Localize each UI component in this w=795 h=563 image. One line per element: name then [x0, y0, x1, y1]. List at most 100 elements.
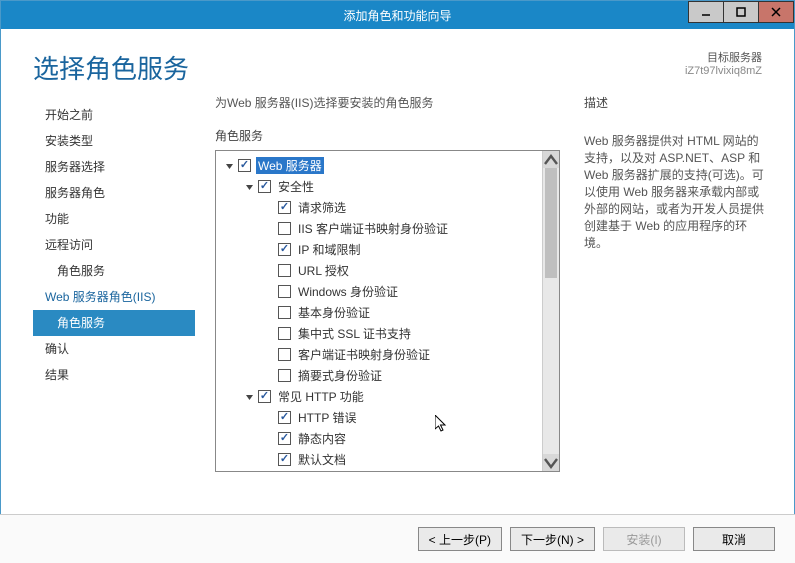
tree-row[interactable]: 默认文档 [218, 449, 540, 470]
checkbox[interactable] [238, 159, 251, 172]
nav-item[interactable]: 开始之前 [33, 102, 195, 128]
expander-none [264, 307, 276, 319]
scroll-down-icon[interactable] [543, 454, 559, 471]
checkbox[interactable] [258, 180, 271, 193]
scroll-thumb[interactable] [545, 168, 557, 278]
checkbox[interactable] [258, 390, 271, 403]
previous-button[interactable]: < 上一步(P) [418, 527, 502, 551]
tree-item-label[interactable]: URL 授权 [296, 262, 351, 279]
window-controls [689, 1, 794, 23]
chevron-down-icon[interactable] [244, 391, 256, 403]
tree-item-label[interactable]: 客户端证书映射身份验证 [296, 346, 432, 363]
checkbox[interactable] [278, 369, 291, 382]
tree-row[interactable]: 常见 HTTP 功能 [218, 386, 540, 407]
minimize-button[interactable] [688, 1, 724, 23]
tree-row[interactable]: Web 服务器 [218, 155, 540, 176]
install-button: 安装(I) [603, 527, 685, 551]
footer: < 上一步(P) 下一步(N) > 安装(I) 取消 [0, 514, 795, 563]
cancel-button[interactable]: 取消 [693, 527, 775, 551]
tree-row[interactable]: Windows 身份验证 [218, 281, 540, 302]
checkbox[interactable] [278, 264, 291, 277]
page-title: 选择角色服务 [33, 49, 189, 86]
checkbox[interactable] [278, 285, 291, 298]
tree-section-label: 角色服务 [215, 127, 560, 144]
nav-item[interactable]: 确认 [33, 336, 195, 362]
expander-none [264, 202, 276, 214]
tree-row[interactable]: IIS 客户端证书映射身份验证 [218, 218, 540, 239]
tree-item-label[interactable]: 常见 HTTP 功能 [276, 388, 366, 405]
checkbox[interactable] [278, 411, 291, 424]
maximize-button[interactable] [723, 1, 759, 23]
checkbox[interactable] [278, 348, 291, 361]
tree-item-label[interactable]: 摘要式身份验证 [296, 367, 384, 384]
expander-none [264, 223, 276, 235]
expander-none [264, 433, 276, 445]
nav-item[interactable]: 功能 [33, 206, 195, 232]
tree-item-label[interactable]: 默认文档 [296, 451, 348, 468]
nav-sidebar: 开始之前安装类型服务器选择服务器角色功能远程访问角色服务Web 服务器角色(II… [33, 94, 195, 504]
tree-row[interactable]: 安全性 [218, 176, 540, 197]
nav-item[interactable]: Web 服务器角色(IIS) [33, 284, 195, 310]
tree-row[interactable]: 基本身份验证 [218, 302, 540, 323]
instruction-text: 为Web 服务器(IIS)选择要安装的角色服务 [215, 94, 560, 111]
tree-item-label[interactable]: 静态内容 [296, 430, 348, 447]
tree-row[interactable]: URL 授权 [218, 260, 540, 281]
nav-item[interactable]: 服务器选择 [33, 154, 195, 180]
nav-item[interactable]: 角色服务 [33, 258, 195, 284]
checkbox[interactable] [278, 306, 291, 319]
tree-container: Web 服务器安全性请求筛选 IIS 客户端证书映射身份验证 IP 和域限制 URL … [215, 150, 560, 472]
checkbox[interactable] [278, 222, 291, 235]
tree-item-label[interactable]: IIS 客户端证书映射身份验证 [296, 220, 450, 237]
checkbox[interactable] [278, 453, 291, 466]
vertical-scrollbar[interactable] [542, 151, 559, 471]
tree-item-label[interactable]: 请求筛选 [296, 199, 348, 216]
chevron-down-icon[interactable] [224, 160, 236, 172]
server-label: 目标服务器 [685, 49, 762, 65]
nav-item[interactable]: 远程访问 [33, 232, 195, 258]
checkbox[interactable] [278, 432, 291, 445]
tree-row[interactable]: 集中式 SSL 证书支持 [218, 323, 540, 344]
header: 选择角色服务 目标服务器 iZ7t97lvixiq8mZ [1, 29, 794, 94]
tree-item-label[interactable]: IP 和域限制 [296, 241, 362, 258]
expander-none [264, 328, 276, 340]
window-title: 添加角色和功能向导 [1, 7, 794, 24]
tree-row[interactable]: 摘要式身份验证 [218, 365, 540, 386]
tree-row[interactable]: HTTP 错误 [218, 407, 540, 428]
nav-item[interactable]: 结果 [33, 362, 195, 388]
server-info: 目标服务器 iZ7t97lvixiq8mZ [685, 49, 762, 77]
tree-item-label[interactable]: 安全性 [276, 178, 316, 195]
expander-none [264, 265, 276, 277]
server-name: iZ7t97lvixiq8mZ [685, 65, 762, 77]
content-column: 为Web 服务器(IIS)选择要安装的角色服务 角色服务 Web 服务器安全性请… [195, 94, 568, 504]
expander-none [264, 349, 276, 361]
description-text: Web 服务器提供对 HTML 网站的支持，以及对 ASP.NET、ASP 和 … [584, 133, 770, 252]
nav-item[interactable]: 安装类型 [33, 128, 195, 154]
tree-row[interactable]: IP 和域限制 [218, 239, 540, 260]
checkbox[interactable] [278, 243, 291, 256]
tree-scroll[interactable]: Web 服务器安全性请求筛选 IIS 客户端证书映射身份验证 IP 和域限制 URL … [216, 151, 542, 471]
scroll-up-icon[interactable] [543, 151, 559, 168]
expander-none [264, 412, 276, 424]
scroll-track[interactable] [543, 168, 559, 454]
tree-item-label[interactable]: 基本身份验证 [296, 304, 372, 321]
tree-item-label[interactable]: Windows 身份验证 [296, 283, 400, 300]
checkbox[interactable] [278, 201, 291, 214]
close-button[interactable] [758, 1, 794, 23]
checkbox[interactable] [278, 327, 291, 340]
tree-row[interactable]: 静态内容 [218, 428, 540, 449]
tree-item-label[interactable]: HTTP 错误 [296, 409, 358, 426]
next-button[interactable]: 下一步(N) > [510, 527, 595, 551]
tree-row[interactable]: 请求筛选 [218, 197, 540, 218]
nav-item[interactable]: 服务器角色 [33, 180, 195, 206]
tree-row[interactable]: 客户端证书映射身份验证 [218, 344, 540, 365]
nav-item[interactable]: 角色服务 [33, 310, 195, 336]
tree-item-label[interactable]: 集中式 SSL 证书支持 [296, 325, 413, 342]
chevron-down-icon[interactable] [244, 181, 256, 193]
tree-item-label[interactable]: Web 服务器 [256, 157, 324, 174]
description-column: 描述 Web 服务器提供对 HTML 网站的支持，以及对 ASP.NET、ASP… [568, 94, 778, 504]
expander-none [264, 286, 276, 298]
desc-section-label: 描述 [584, 94, 770, 111]
expander-none [264, 370, 276, 382]
expander-none [264, 244, 276, 256]
titlebar: 添加角色和功能向导 [1, 1, 794, 29]
